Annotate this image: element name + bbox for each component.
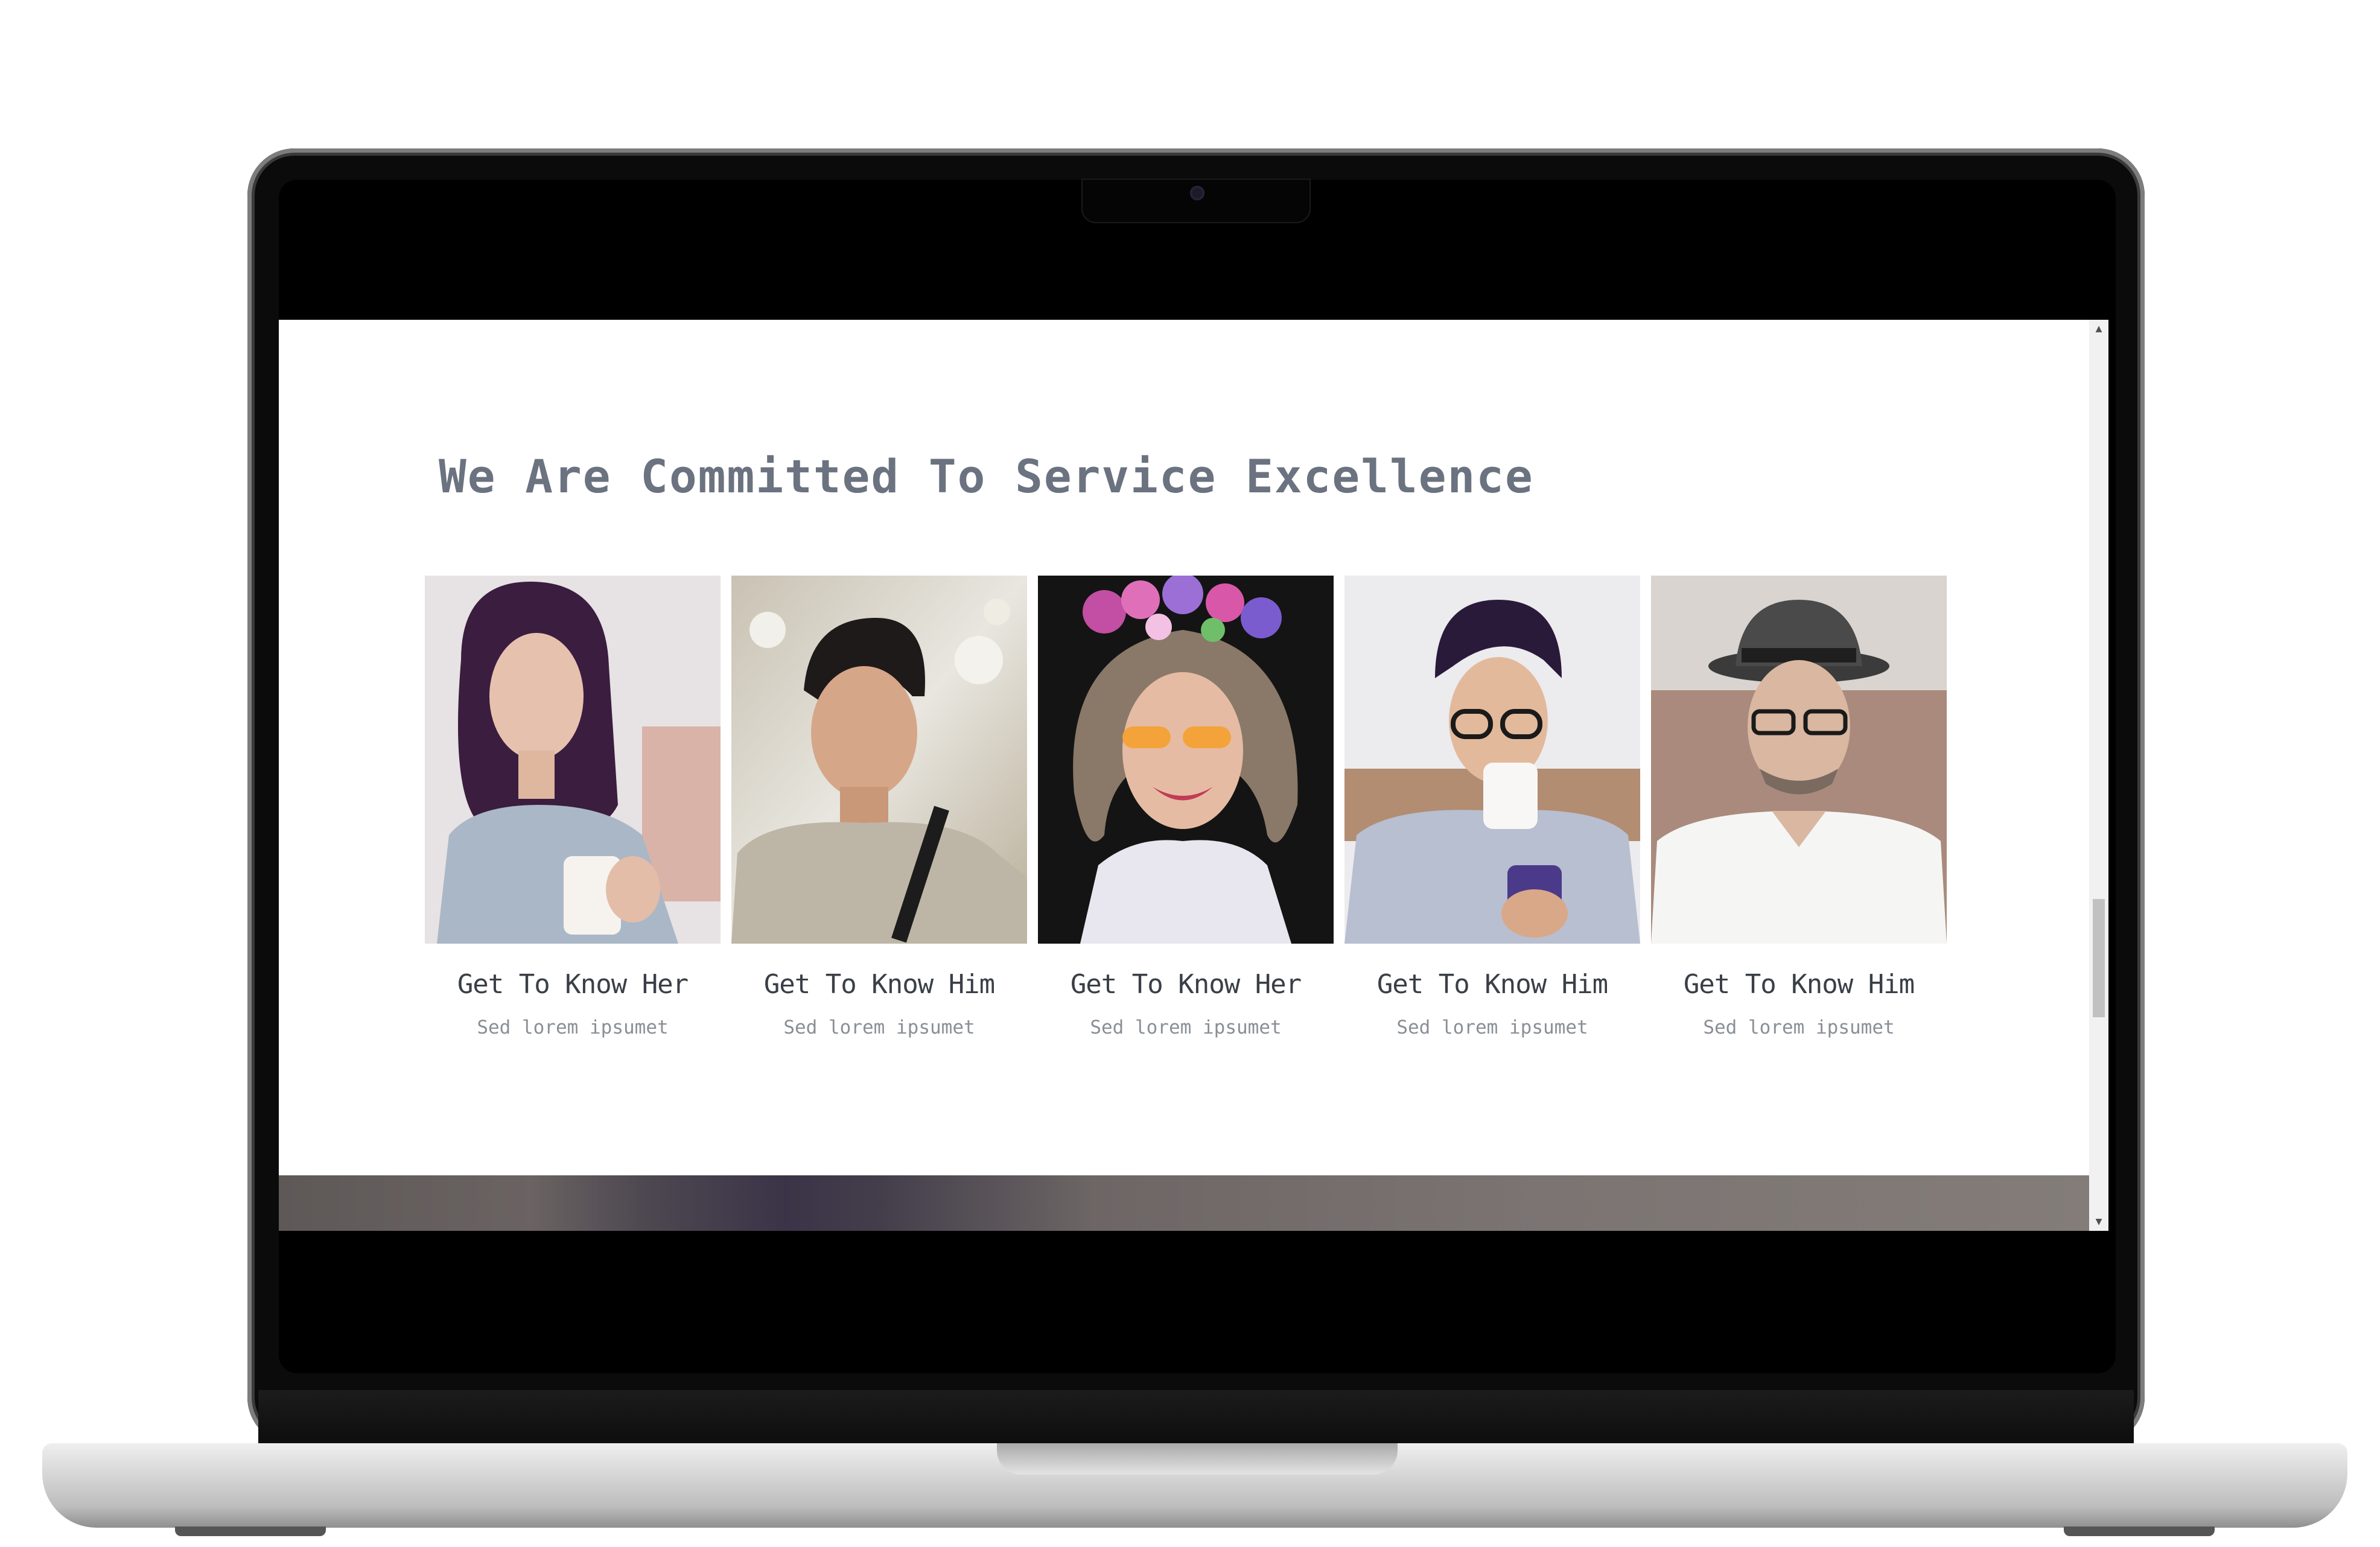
scroll-up-icon[interactable]: ▲ — [2089, 320, 2108, 338]
team-card[interactable]: Get To Know Him Sed lorem ipsumet — [731, 576, 1027, 1058]
browser-viewport: We Are Committed To Service Excellence G… — [279, 320, 2108, 1231]
vertical-scrollbar[interactable]: ▲ ▼ — [2089, 320, 2108, 1231]
section-heading: We Are Committed To Service Excellence — [439, 449, 1534, 503]
team-card[interactable]: Get To Know Her Sed lorem ipsumet — [1038, 576, 1334, 1058]
woman-flower-crown-photo[interactable] — [1038, 576, 1334, 944]
card-title[interactable]: Get To Know Her — [1038, 969, 1334, 1000]
scrollbar-thumb[interactable] — [2093, 899, 2105, 1017]
card-title[interactable]: Get To Know Him — [731, 969, 1027, 1000]
card-subtitle: Sed lorem ipsumet — [1396, 1017, 1588, 1038]
man-in-hat-photo[interactable] — [1651, 576, 1947, 944]
card-title[interactable]: Get To Know Him — [1651, 969, 1947, 1000]
team-card-row: Get To Know Her Sed lorem ipsumet Get To… — [425, 576, 1952, 1038]
scroll-down-icon[interactable]: ▼ — [2089, 1213, 2108, 1231]
woman-with-mug-photo[interactable] — [425, 576, 721, 944]
team-card[interactable]: Get To Know Her Sed lorem ipsumet — [425, 576, 721, 1058]
card-title[interactable]: Get To Know Her — [425, 969, 721, 1000]
team-card[interactable]: Get To Know Him Sed lorem ipsumet — [1344, 576, 1640, 1058]
webcam-icon — [1190, 186, 1204, 200]
laptop-foot-right — [2064, 1526, 2215, 1536]
next-section-background-image — [279, 1175, 2089, 1231]
card-subtitle: Sed lorem ipsumet — [1703, 1017, 1895, 1038]
team-card[interactable]: Get To Know Him Sed lorem ipsumet — [1651, 576, 1947, 1058]
card-subtitle: Sed lorem ipsumet — [1090, 1017, 1282, 1038]
laptop-hinge — [258, 1390, 2134, 1444]
card-subtitle: Sed lorem ipsumet — [783, 1017, 975, 1038]
man-headphones-coffee-photo[interactable] — [1344, 576, 1640, 944]
smiling-man-photo[interactable] — [731, 576, 1027, 944]
laptop-opening-notch — [997, 1443, 1398, 1475]
laptop-foot-left — [175, 1526, 326, 1536]
card-title[interactable]: Get To Know Him — [1344, 969, 1640, 1000]
card-subtitle: Sed lorem ipsumet — [477, 1017, 669, 1038]
